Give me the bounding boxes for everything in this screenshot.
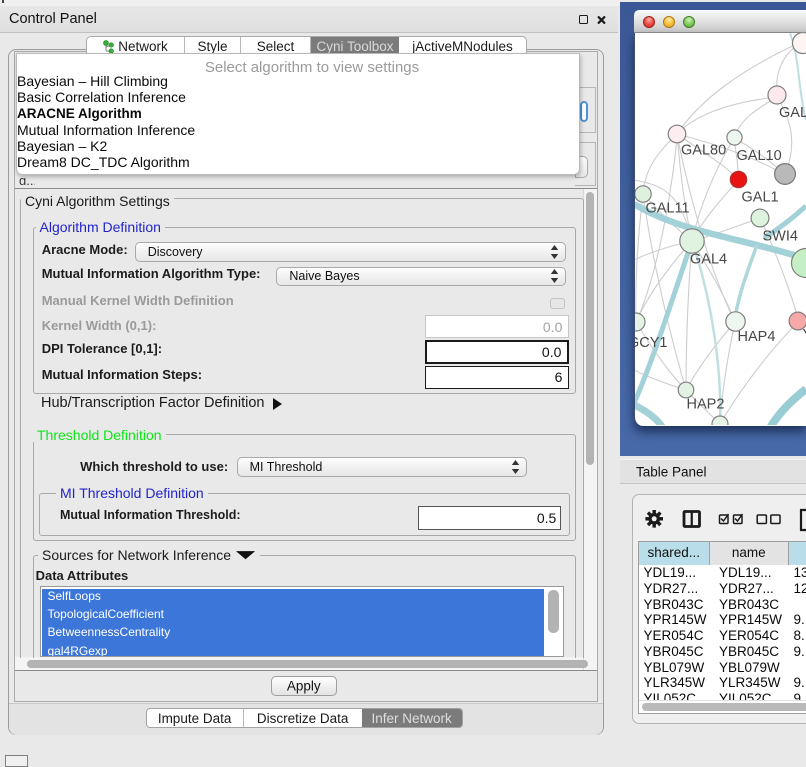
svg-text:GAL10: GAL10 — [736, 148, 781, 164]
svg-text:GAL80: GAL80 — [681, 143, 726, 159]
svg-text:GCY1: GCY1 — [635, 335, 668, 351]
svg-text:GAL4: GAL4 — [690, 252, 727, 268]
svg-text:HAP4: HAP4 — [737, 329, 775, 345]
svg-text:SWI4: SWI4 — [762, 229, 797, 245]
svg-text:HAP2: HAP2 — [686, 397, 724, 413]
svg-text:GAL7: GAL7 — [779, 105, 806, 121]
svg-text:GAL11: GAL11 — [645, 201, 689, 217]
svg-text:YM: YM — [802, 327, 806, 343]
svg-text:GAL1: GAL1 — [741, 190, 778, 206]
